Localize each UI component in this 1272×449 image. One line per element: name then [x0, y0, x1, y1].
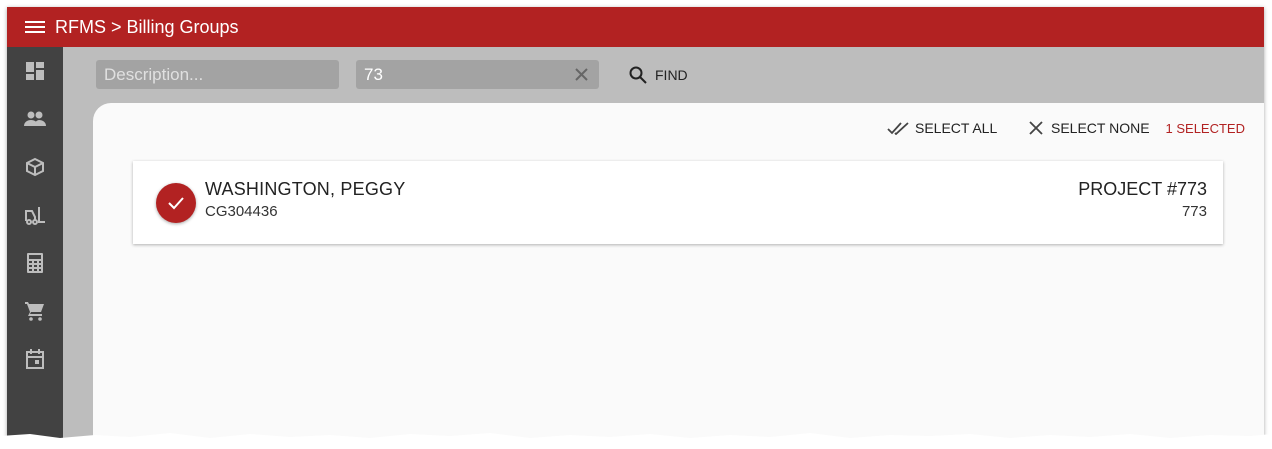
top-app-bar: RFMS > Billing Groups: [7, 7, 1264, 47]
clear-icon[interactable]: [574, 67, 589, 82]
double-check-icon: [887, 121, 909, 135]
select-all-label: SELECT ALL: [915, 120, 998, 136]
selected-check-icon[interactable]: [156, 183, 196, 223]
project-name: PROJECT #773: [1078, 179, 1207, 199]
cart-icon[interactable]: [19, 295, 51, 327]
number-input[interactable]: [356, 64, 599, 85]
find-button[interactable]: FIND: [629, 60, 688, 89]
app-window: RFMS > Billing Groups Description... 73 …: [7, 7, 1264, 440]
people-icon[interactable]: [19, 103, 51, 135]
torn-edge: [0, 433, 1272, 449]
find-label: FIND: [655, 66, 688, 83]
number-field[interactable]: [356, 60, 599, 89]
calculator-icon[interactable]: [19, 247, 51, 279]
package-icon[interactable]: [19, 151, 51, 183]
results-panel: SELECT ALL SELECT NONE 1 SELECTED WASHIN…: [93, 103, 1264, 440]
menu-icon[interactable]: [15, 7, 55, 47]
result-card[interactable]: WASHINGTON, PEGGY CG304436 PROJECT #773 …: [133, 161, 1223, 244]
description-input[interactable]: [96, 64, 339, 85]
search-icon: [629, 66, 647, 84]
description-field[interactable]: [96, 60, 339, 89]
dashboard-icon[interactable]: [19, 55, 51, 87]
project-number: 773: [1181, 203, 1207, 220]
select-all-button[interactable]: SELECT ALL: [887, 117, 997, 139]
customer-code: CG304436: [205, 203, 278, 220]
select-none-button[interactable]: SELECT NONE: [1029, 117, 1150, 139]
search-bar: FIND: [63, 47, 1264, 103]
close-icon: [1029, 121, 1043, 135]
customer-name: WASHINGTON, PEGGY: [205, 179, 406, 199]
forklift-icon[interactable]: [19, 199, 51, 231]
select-none-label: SELECT NONE: [1051, 120, 1150, 136]
sidebar: [7, 47, 63, 440]
selected-count: 1 SELECTED: [1165, 121, 1245, 136]
page-title: RFMS > Billing Groups: [55, 16, 239, 37]
calendar-icon[interactable]: [19, 343, 51, 375]
